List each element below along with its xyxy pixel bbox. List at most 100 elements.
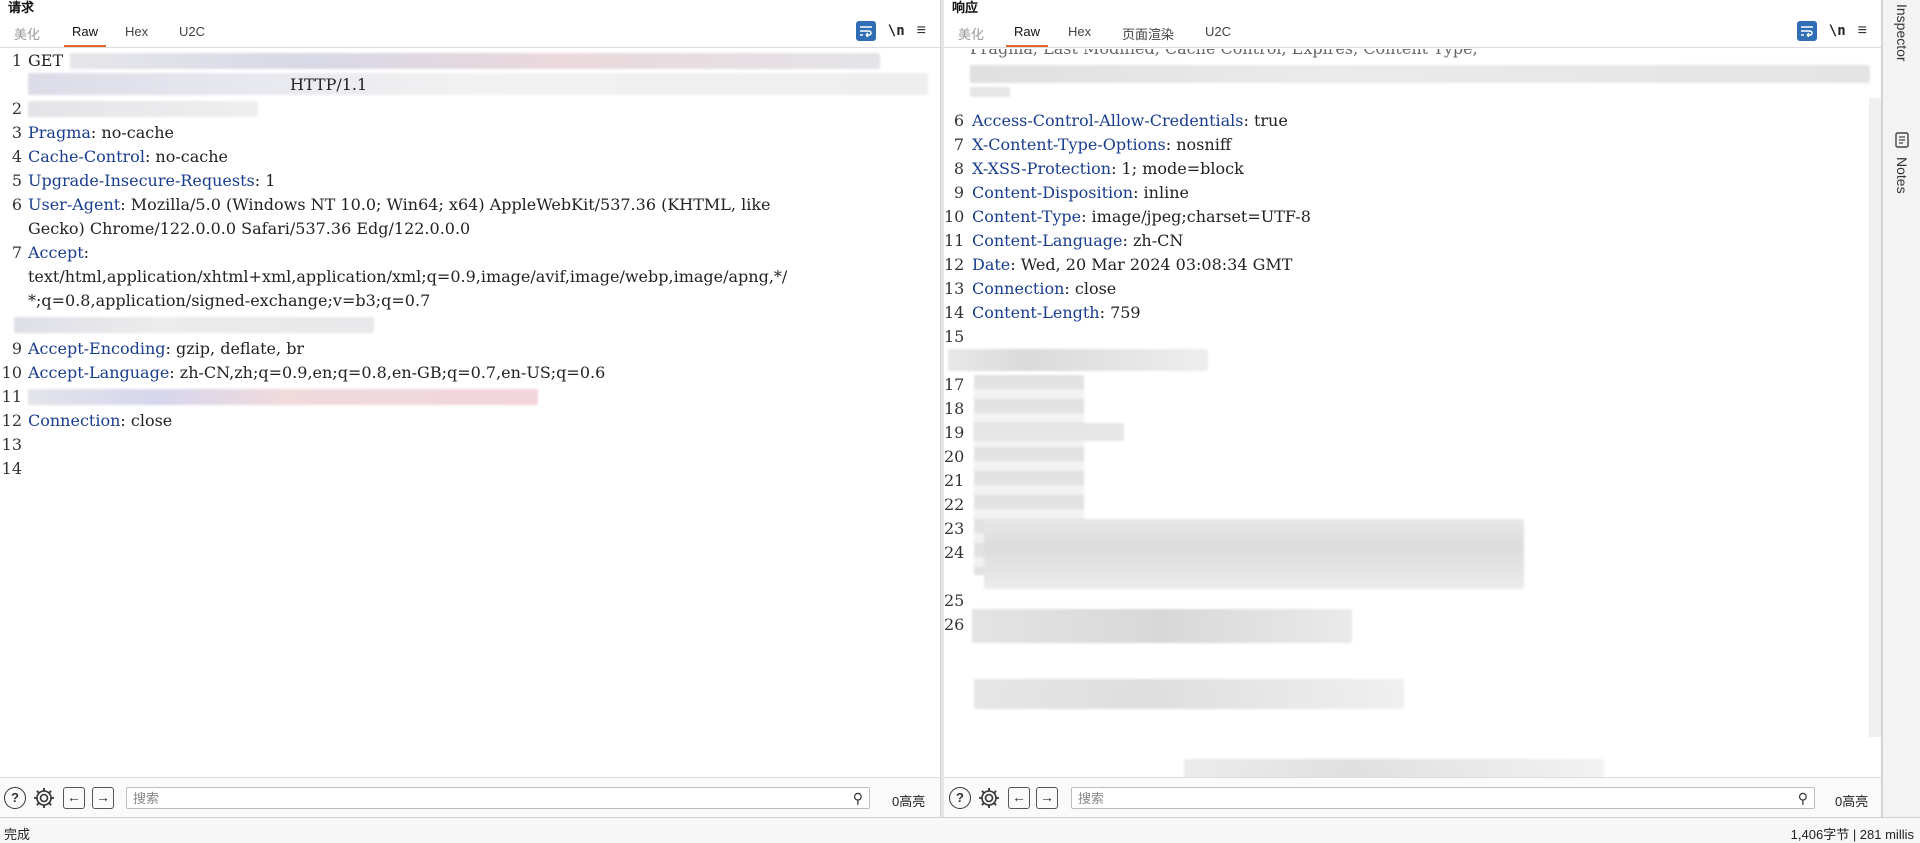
header-key: Date (972, 255, 1011, 274)
line-number: 9 (11, 339, 22, 358)
sidebar-item-inspector[interactable]: Inspector (1883, 4, 1920, 62)
menu-icon[interactable]: ≡ (917, 22, 926, 40)
redacted-body (948, 349, 1208, 371)
search-icon[interactable]: ⚲ (853, 790, 863, 807)
line-number: 12 (944, 255, 965, 274)
header-key: User-Agent (28, 195, 121, 214)
sidebar-item-label: Notes (1894, 157, 1910, 194)
arrow-left-icon[interactable]: ← (63, 787, 85, 809)
line-number: 9 (953, 183, 964, 202)
response-tab-u2c[interactable]: U2C (1205, 24, 1231, 39)
line-number: 6 (953, 111, 964, 130)
request-tab-raw[interactable]: Raw (63, 24, 107, 47)
response-editor[interactable]: Pragma, Last Modified, Cache Control, Ex… (944, 49, 1881, 777)
line-number: 26 (944, 615, 965, 634)
header-key: Connection (972, 279, 1065, 298)
header-value: no-cache (150, 147, 228, 166)
header-key: X-Content-Type-Options (972, 135, 1166, 154)
header-key: Content-Language (972, 231, 1123, 250)
line-number: 20 (944, 447, 965, 466)
line-number: 23 (944, 519, 965, 538)
show-newlines-toggle[interactable]: \n (1829, 23, 1846, 39)
line-number: 14 (1, 459, 22, 478)
header-value: close (125, 411, 173, 430)
request-tabbar: 美化 Raw Hex U2C \n ≡ (0, 16, 940, 48)
response-tabbar: 美化 Raw Hex 页面渲染 U2C \n ≡ (944, 16, 1881, 48)
header-key: Access-Control-Allow-Credentials (972, 111, 1244, 130)
request-tab-pretty[interactable]: 美化 (14, 24, 40, 43)
line-number: 14 (944, 303, 965, 322)
redacted-url (70, 53, 880, 69)
response-tab-hex[interactable]: Hex (1068, 24, 1091, 39)
menu-icon[interactable]: ≡ (1858, 22, 1867, 40)
line-number: 17 (944, 375, 965, 394)
header-line: Content-Language: zh-CN (972, 231, 1184, 250)
response-search-input[interactable] (1072, 788, 1784, 808)
status-bar: 完成 1,406字节 | 281 millis (0, 817, 1920, 843)
line-number: 13 (1, 435, 22, 454)
arrow-right-icon[interactable]: → (1036, 787, 1058, 809)
header-continuation: Gecko) Chrome/122.0.0.0 Safari/537.36 Ed… (28, 219, 471, 238)
header-value: image/jpeg;charset=UTF-8 (1086, 207, 1311, 226)
response-scrollbar[interactable] (1869, 98, 1881, 737)
redacted-body (974, 423, 1124, 441)
response-search-field[interactable]: ⚲ (1071, 787, 1815, 809)
help-icon[interactable]: ? (949, 787, 971, 809)
gear-icon[interactable] (32, 786, 56, 813)
redacted-host (28, 101, 258, 117)
response-tab-raw[interactable]: Raw (1005, 24, 1049, 47)
header-key: Connection (28, 411, 121, 430)
header-value: close (1069, 279, 1117, 298)
request-tab-hex[interactable]: Hex (125, 24, 148, 39)
arrow-right-icon[interactable]: → (92, 787, 114, 809)
response-highlight-count: 0高亮 (1835, 794, 1869, 809)
request-search-input[interactable] (127, 788, 839, 808)
header-value: no-cache (96, 123, 174, 142)
wrap-lines-icon[interactable] (855, 21, 876, 41)
request-pane: 请求 美化 Raw Hex U2C \n ≡ 1 2 3 4 5 6 7 9 1 (0, 0, 941, 817)
header-line: X-XSS-Protection: 1; mode=block (972, 159, 1244, 178)
show-newlines-toggle[interactable]: \n (888, 23, 905, 39)
line-number: 22 (944, 495, 965, 514)
line-number: 10 (1, 363, 22, 382)
header-value: inline (1138, 183, 1189, 202)
request-tab-u2c[interactable]: U2C (179, 24, 205, 39)
line-number: 1 (11, 51, 22, 70)
request-title: 请求 (8, 0, 35, 15)
redacted-body (984, 519, 1524, 589)
line-number: 11 (1, 387, 22, 406)
header-line: Pragma: no-cache (28, 123, 174, 142)
header-line: Connection: close (28, 411, 173, 430)
line-number: 8 (953, 159, 964, 178)
search-icon[interactable]: ⚲ (1798, 790, 1808, 807)
line-number: 13 (944, 279, 965, 298)
redacted-header (14, 317, 374, 333)
gear-icon[interactable] (977, 786, 1001, 813)
response-tab-render[interactable]: 页面渲染 (1122, 24, 1174, 43)
header-key: X-XSS-Protection (972, 159, 1112, 178)
sidebar-item-label: Inspector (1894, 4, 1910, 62)
inspector-sidebar: Inspector Notes (1882, 0, 1920, 817)
request-search-field[interactable]: ⚲ (126, 787, 870, 809)
header-value: true (1248, 111, 1288, 130)
wrap-lines-icon[interactable] (1796, 21, 1817, 41)
redacted-body (972, 609, 1352, 643)
response-size-timing: 1,406字节 | 281 millis (1790, 827, 1914, 842)
request-editor[interactable]: 1 2 3 4 5 6 7 9 10 11 12 13 14 GET HTTP/… (0, 49, 940, 777)
header-value: nosniff (1171, 135, 1232, 154)
sidebar-item-notes[interactable]: Notes (1883, 132, 1920, 194)
request-search-bar: ? ← → ⚲ 0高亮 (0, 777, 940, 817)
arrow-left-icon[interactable]: ← (1008, 787, 1030, 809)
header-key: Accept-Language (28, 363, 170, 382)
line-number: 7 (953, 135, 964, 154)
header-key: Cache-Control (28, 147, 145, 166)
line-number: 2 (11, 99, 22, 118)
line-number: 19 (944, 423, 965, 442)
line-number: 6 (11, 195, 22, 214)
help-icon[interactable]: ? (4, 787, 26, 809)
header-continuation: Pragma, Last Modified, Cache Control, Ex… (970, 49, 1478, 58)
redacted-body (1184, 759, 1604, 777)
header-key: Upgrade-Insecure-Requests (28, 171, 255, 190)
response-tab-pretty[interactable]: 美化 (958, 24, 984, 43)
header-line: Cache-Control: no-cache (28, 147, 228, 166)
